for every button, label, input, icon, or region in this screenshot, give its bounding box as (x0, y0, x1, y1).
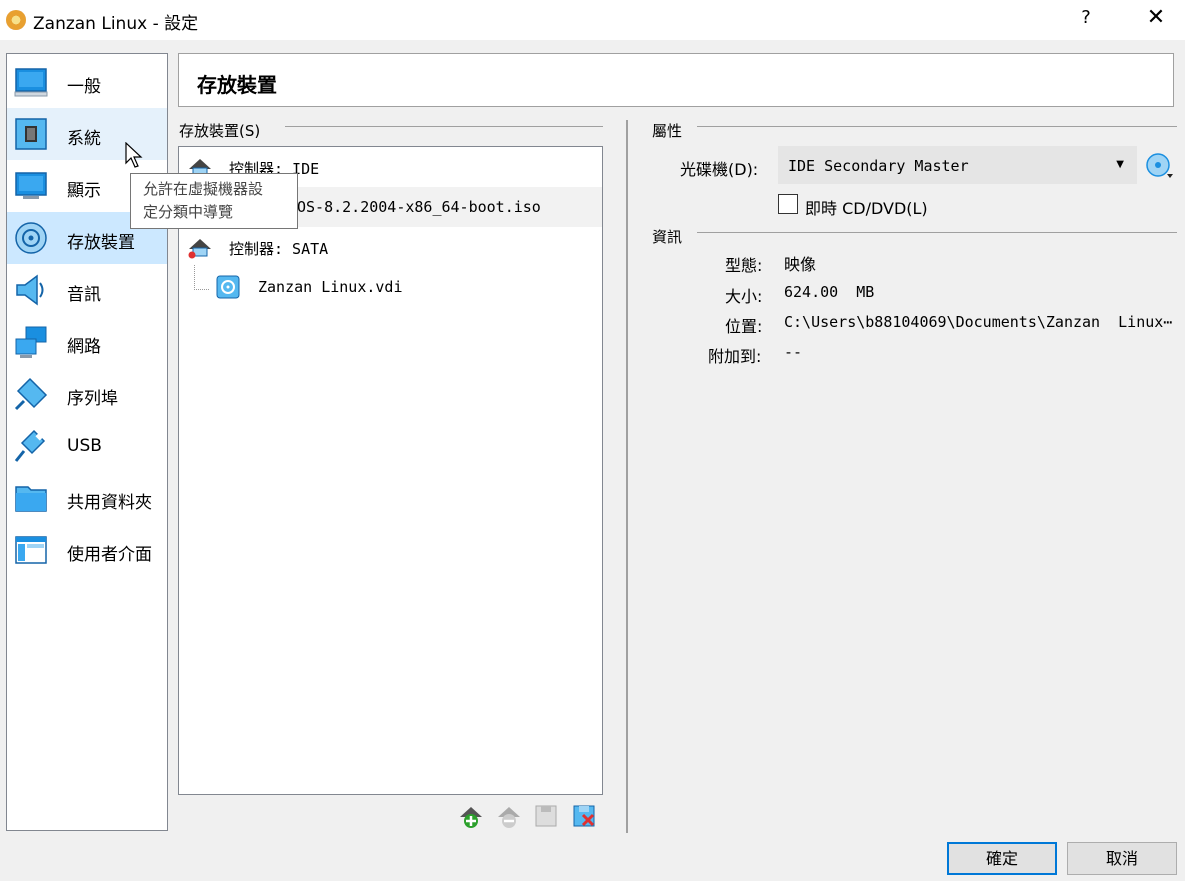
nav-item-shared-folders[interactable]: 共用資料夾 (7, 472, 167, 524)
tooltip: 允許在虛擬機器設 定分類中導覽 (130, 173, 298, 229)
live-cd-checkbox[interactable] (778, 194, 798, 214)
remove-attachment-icon[interactable] (496, 803, 522, 829)
tooltip-line: 定分類中導覽 (143, 203, 234, 221)
nav-label: 共用資料夾 (67, 493, 152, 513)
add-attachment-icon[interactable] (458, 803, 484, 829)
mouse-cursor-icon (125, 142, 143, 168)
storage-tree[interactable]: 控制器: IDE OS-8.2.2004-x86_64-boot.iso 控制器… (178, 146, 603, 795)
hard-disk-icon (216, 275, 240, 299)
optical-drive-label: 光碟機(D): (680, 160, 759, 179)
nav-label: 存放裝置 (67, 233, 135, 253)
nav-item-audio[interactable]: 音訊 (7, 264, 167, 316)
tree-item-label: Zanzan Linux.vdi (258, 278, 403, 296)
storage-group-divider (285, 126, 603, 127)
panel-splitter[interactable] (626, 120, 628, 833)
audio-speaker-icon (16, 274, 44, 306)
display-monitor-icon (15, 172, 47, 199)
ok-button[interactable]: 確定 (947, 842, 1057, 875)
remove-controller-icon[interactable] (571, 803, 597, 829)
choose-disk-file-icon[interactable] (1145, 152, 1175, 180)
nav-item-serial-port[interactable]: 序列埠 (7, 368, 167, 420)
info-location-label: 位置: (725, 317, 763, 336)
optical-drive-value: IDE Secondary Master (788, 157, 969, 175)
close-button[interactable]: ✕ (1143, 5, 1169, 33)
nav-label: 音訊 (67, 285, 101, 305)
nav-label: 網路 (67, 337, 101, 357)
chevron-down-icon: ▼ (1116, 159, 1124, 170)
cancel-button[interactable]: 取消 (1067, 842, 1177, 875)
nav-item-network[interactable]: 網路 (7, 316, 167, 368)
page-title: 存放裝置 (197, 73, 277, 97)
shared-folder-icon (15, 486, 47, 512)
tree-item-disk-vdi[interactable]: Zanzan Linux.vdi (179, 267, 602, 307)
tree-controller-sata[interactable]: 控制器: SATA (179, 227, 602, 267)
info-group-label: 資訊 (652, 228, 683, 246)
network-icon (15, 326, 47, 358)
attributes-group-divider (697, 126, 1177, 127)
info-type-label: 型態: (725, 256, 763, 275)
nav-label: 使用者介面 (67, 545, 152, 565)
nav-label: 一般 (67, 77, 101, 97)
add-controller-icon[interactable] (533, 803, 559, 829)
tree-item-label: 控制器: SATA (229, 240, 329, 258)
nav-label: 顯示 (67, 181, 101, 201)
title-bar: Zanzan Linux - 設定 ? ✕ (0, 0, 1185, 40)
serial-port-icon (14, 377, 48, 411)
info-size-label: 大小: (725, 287, 763, 306)
window-title: Zanzan Linux - 設定 (33, 14, 199, 34)
storage-disk-icon (15, 222, 47, 254)
info-attached-value: -- (784, 343, 803, 361)
attributes-group-label: 屬性 (652, 122, 683, 140)
system-chip-icon (15, 118, 47, 150)
info-attached-label: 附加到: (708, 347, 762, 366)
live-cd-label[interactable]: 即時 CD/DVD(L) (805, 195, 928, 219)
info-type-value: 映像 (784, 255, 817, 274)
nav-item-user-interface[interactable]: 使用者介面 (7, 524, 167, 576)
storage-group-label: 存放裝置(S) (179, 122, 261, 140)
general-monitor-icon (14, 68, 48, 97)
info-location-value: C:\Users\b88104069\Documents\Zanzan Linu… (784, 313, 1173, 331)
usb-icon (14, 429, 46, 462)
help-button[interactable]: ? (1076, 7, 1096, 33)
tree-item-label: OS-8.2.2004-x86_64-boot.iso (297, 198, 541, 216)
tooltip-line: 允許在虛擬機器設 (143, 180, 264, 198)
nav-label: USB (67, 436, 102, 456)
nav-label: 系統 (67, 129, 101, 149)
info-group-divider (697, 232, 1177, 233)
info-size-value: 624.00 MB (784, 283, 875, 301)
page-header: 存放裝置 (178, 53, 1174, 107)
controller-icon (188, 239, 211, 259)
user-interface-icon (15, 536, 47, 564)
nav-item-general[interactable]: 一般 (7, 56, 167, 108)
app-icon (6, 10, 26, 30)
optical-drive-select[interactable]: IDE Secondary Master ▼ (778, 146, 1137, 184)
nav-label: 序列埠 (67, 389, 118, 409)
nav-item-usb[interactable]: USB (7, 420, 167, 472)
